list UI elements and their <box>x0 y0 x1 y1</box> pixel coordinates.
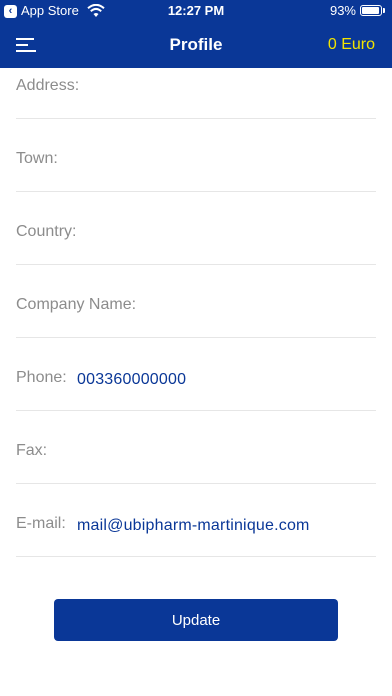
country-row[interactable]: Country: <box>16 192 376 265</box>
battery-icon <box>360 5 386 17</box>
email-row[interactable]: E-mail: mail@ubipharm-martinique.com <box>16 484 376 557</box>
town-row[interactable]: Town: <box>16 119 376 192</box>
email-label: E-mail: <box>16 515 66 532</box>
profile-form: Address: Town: Country: Company Name: Ph… <box>0 68 392 557</box>
battery-percent: 93% <box>329 3 356 18</box>
fax-row[interactable]: Fax: <box>16 411 376 484</box>
balance-indicator[interactable]: 0 Euro <box>328 22 375 68</box>
address-row[interactable]: Address: <box>16 68 376 119</box>
top-bar: ‹ App Store 12:27 PM 93% Profile 0 Euro <box>0 0 392 68</box>
email-value: mail@ubipharm-martinique.com <box>77 517 310 534</box>
update-button[interactable]: Update <box>54 599 338 641</box>
phone-value: 003360000000 <box>77 371 187 388</box>
fax-label: Fax: <box>16 442 48 459</box>
company-name-label: Company Name: <box>16 296 137 313</box>
phone-row[interactable]: Phone: 003360000000 <box>16 338 376 411</box>
country-label: Country: <box>16 223 77 240</box>
status-bar-right: 93% <box>330 0 386 22</box>
phone-label: Phone: <box>16 369 67 386</box>
town-label: Town: <box>16 150 58 167</box>
address-label: Address: <box>16 77 80 94</box>
company-name-row[interactable]: Company Name: <box>16 265 376 338</box>
nav-bar: Profile 0 Euro <box>0 22 392 68</box>
status-bar: ‹ App Store 12:27 PM 93% <box>0 0 392 22</box>
